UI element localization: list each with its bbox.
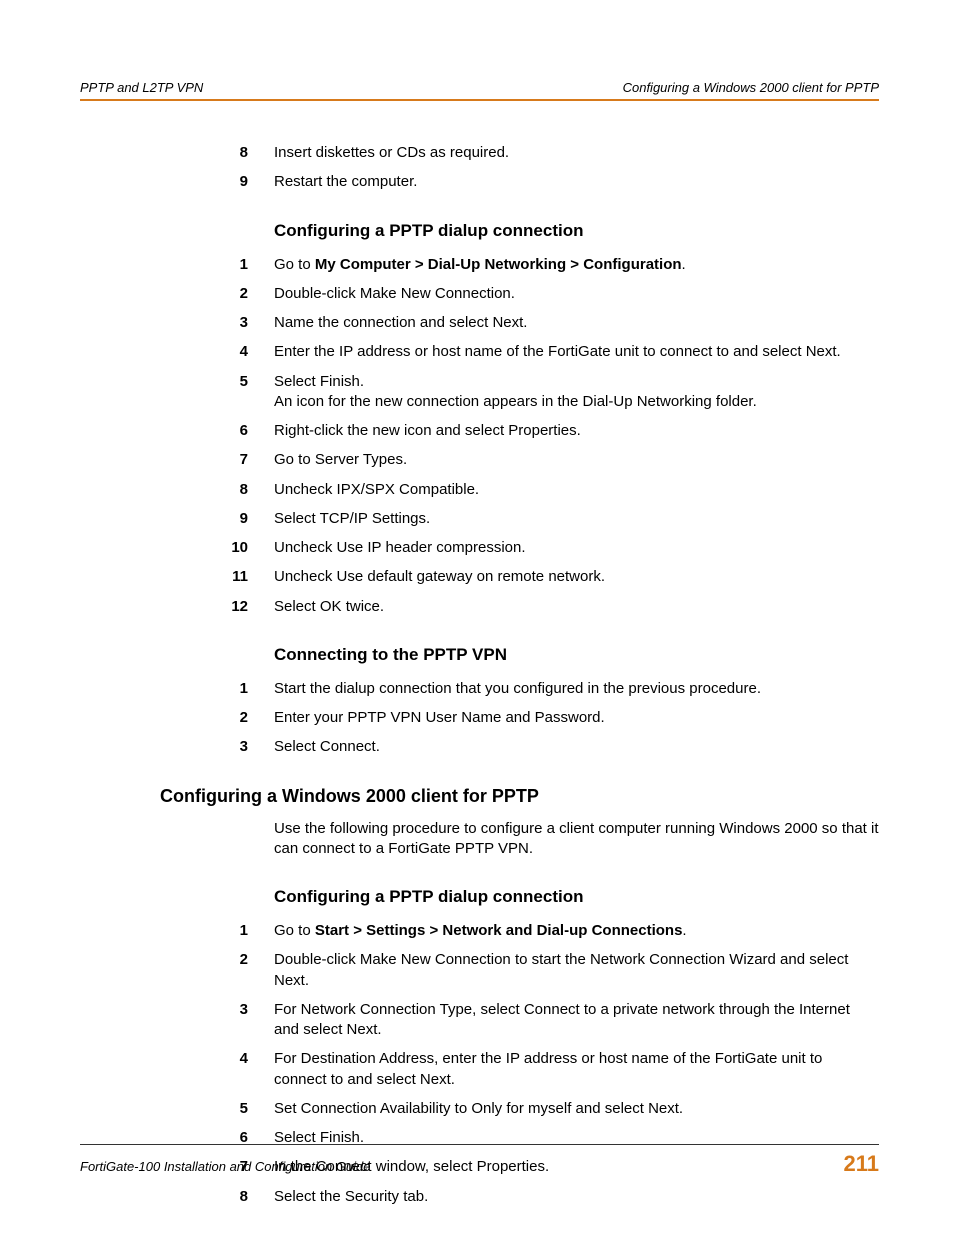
step-item: 2 Double-click Make New Connection to st… xyxy=(160,950,879,991)
step-text: For Network Connection Type, select Conn… xyxy=(274,1000,879,1041)
step-text: Go to Start > Settings > Network and Dia… xyxy=(274,921,879,941)
step-text: Enter the IP address or host name of the… xyxy=(274,342,879,362)
step-text: Uncheck IPX/SPX Compatible. xyxy=(274,480,879,500)
step-item: 11 Uncheck Use default gateway on remote… xyxy=(160,567,879,587)
header-left: PPTP and L2TP VPN xyxy=(80,80,203,95)
step-number: 8 xyxy=(160,480,274,500)
step-number: 5 xyxy=(160,372,274,413)
step-text: For Destination Address, enter the IP ad… xyxy=(274,1049,879,1090)
step-text: Go to Server Types. xyxy=(274,450,879,470)
step-text: Select TCP/IP Settings. xyxy=(274,509,879,529)
step-number: 3 xyxy=(160,1000,274,1041)
step-item: 5 Select Finish.An icon for the new conn… xyxy=(160,372,879,413)
step-number: 1 xyxy=(160,679,274,699)
step-item: 10 Uncheck Use IP header compression. xyxy=(160,538,879,558)
step-item: 2 Enter your PPTP VPN User Name and Pass… xyxy=(160,708,879,728)
step-number: 4 xyxy=(160,342,274,362)
page-footer: FortiGate-100 Installation and Configura… xyxy=(80,1144,879,1177)
step-item: 9 Select TCP/IP Settings. xyxy=(160,509,879,529)
step-text: Select Finish.An icon for the new connec… xyxy=(274,372,879,413)
subheading: Configuring a PPTP dialup connection xyxy=(274,887,879,907)
step-item: 4 For Destination Address, enter the IP … xyxy=(160,1049,879,1090)
step-number: 8 xyxy=(160,143,274,163)
step-text: Select the Security tab. xyxy=(274,1187,879,1207)
step-text: Uncheck Use default gateway on remote ne… xyxy=(274,567,879,587)
document-page: PPTP and L2TP VPN Configuring a Windows … xyxy=(0,0,954,1235)
step-number: 1 xyxy=(160,921,274,941)
heading: Configuring a Windows 2000 client for PP… xyxy=(160,786,879,807)
step-number: 6 xyxy=(160,421,274,441)
step-number: 12 xyxy=(160,597,274,617)
step-item: 5 Set Connection Availability to Only fo… xyxy=(160,1099,879,1119)
page-header: PPTP and L2TP VPN Configuring a Windows … xyxy=(80,80,879,101)
step-number: 9 xyxy=(160,509,274,529)
step-text: Enter your PPTP VPN User Name and Passwo… xyxy=(274,708,879,728)
step-number: 4 xyxy=(160,1049,274,1090)
footer-left: FortiGate-100 Installation and Configura… xyxy=(80,1159,371,1174)
page-number: 211 xyxy=(844,1151,880,1177)
step-text: Name the connection and select Next. xyxy=(274,313,879,333)
step-item: 12 Select OK twice. xyxy=(160,597,879,617)
step-item: 8 Insert diskettes or CDs as required. xyxy=(160,143,879,163)
step-item: 1 Go to Start > Settings > Network and D… xyxy=(160,921,879,941)
step-text: Select OK twice. xyxy=(274,597,879,617)
intro-text: Use the following procedure to configure… xyxy=(274,819,879,860)
step-item: 8 Select the Security tab. xyxy=(160,1187,879,1207)
step-text: Start the dialup connection that you con… xyxy=(274,679,879,699)
step-item: 9 Restart the computer. xyxy=(160,172,879,192)
step-item: 1 Start the dialup connection that you c… xyxy=(160,679,879,699)
step-text: Select Connect. xyxy=(274,737,879,757)
step-number: 11 xyxy=(160,567,274,587)
step-number: 2 xyxy=(160,284,274,304)
subheading: Connecting to the PPTP VPN xyxy=(274,645,879,665)
step-number: 10 xyxy=(160,538,274,558)
step-number: 2 xyxy=(160,708,274,728)
header-right: Configuring a Windows 2000 client for PP… xyxy=(623,80,879,95)
step-text: Insert diskettes or CDs as required. xyxy=(274,143,879,163)
step-number: 2 xyxy=(160,950,274,991)
step-number: 7 xyxy=(160,450,274,470)
page-content: 8 Insert diskettes or CDs as required. 9… xyxy=(160,143,879,1207)
step-text: Uncheck Use IP header compression. xyxy=(274,538,879,558)
step-number: 9 xyxy=(160,172,274,192)
step-number: 3 xyxy=(160,313,274,333)
step-text: Right-click the new icon and select Prop… xyxy=(274,421,879,441)
step-text: Go to My Computer > Dial-Up Networking >… xyxy=(274,255,879,275)
step-text: Set Connection Availability to Only for … xyxy=(274,1099,879,1119)
step-item: 6 Right-click the new icon and select Pr… xyxy=(160,421,879,441)
step-item: 4 Enter the IP address or host name of t… xyxy=(160,342,879,362)
step-item: 1 Go to My Computer > Dial-Up Networking… xyxy=(160,255,879,275)
step-item: 3 Select Connect. xyxy=(160,737,879,757)
step-text: Double-click Make New Connection to star… xyxy=(274,950,879,991)
step-item: 3 For Network Connection Type, select Co… xyxy=(160,1000,879,1041)
step-number: 1 xyxy=(160,255,274,275)
step-item: 2 Double-click Make New Connection. xyxy=(160,284,879,304)
step-item: 7 Go to Server Types. xyxy=(160,450,879,470)
step-item: 3 Name the connection and select Next. xyxy=(160,313,879,333)
step-number: 8 xyxy=(160,1187,274,1207)
subheading: Configuring a PPTP dialup connection xyxy=(274,221,879,241)
step-item: 8 Uncheck IPX/SPX Compatible. xyxy=(160,480,879,500)
step-text: Restart the computer. xyxy=(274,172,879,192)
step-number: 5 xyxy=(160,1099,274,1119)
step-text: Double-click Make New Connection. xyxy=(274,284,879,304)
step-number: 3 xyxy=(160,737,274,757)
